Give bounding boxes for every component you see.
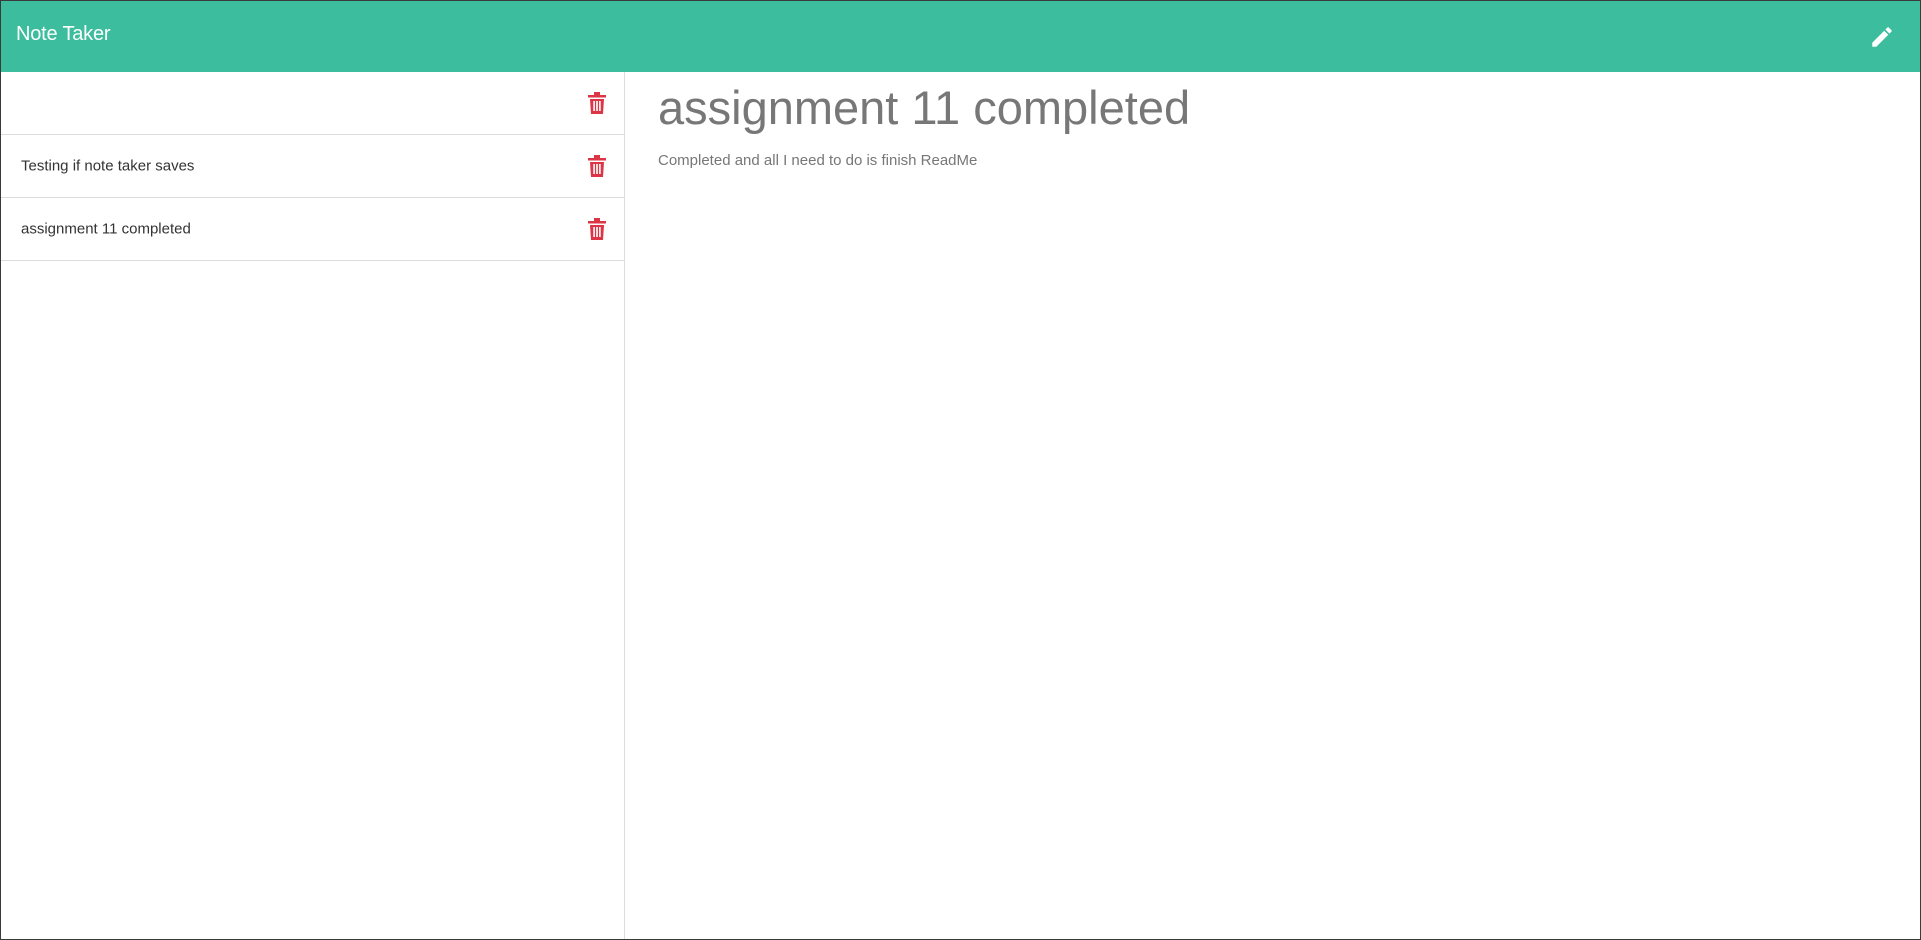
navbar: Note Taker (1, 1, 1920, 72)
pencil-icon (1872, 27, 1892, 47)
note-list-item[interactable] (1, 72, 624, 135)
app-window: Note Taker Testing if note taker saves a… (0, 0, 1921, 940)
trash-icon (588, 155, 606, 177)
notes-sidebar: Testing if note taker saves assignment 1… (1, 72, 625, 939)
trash-icon (588, 92, 606, 114)
note-list: Testing if note taker saves assignment 1… (1, 72, 624, 261)
delete-note-button[interactable] (588, 155, 606, 177)
delete-note-button[interactable] (588, 92, 606, 114)
new-note-button[interactable] (1864, 19, 1900, 55)
delete-note-button[interactable] (588, 218, 606, 240)
note-title-input[interactable]: assignment 11 completed (658, 80, 1190, 135)
note-list-item[interactable]: assignment 11 completed (1, 198, 624, 261)
brand-title[interactable]: Note Taker (16, 23, 111, 46)
note-list-item[interactable]: Testing if note taker saves (1, 135, 624, 198)
note-editor: assignment 11 completed Completed and al… (626, 72, 1920, 939)
trash-icon (588, 218, 606, 240)
note-item-title: Testing if note taker saves (21, 157, 195, 175)
note-item-title: assignment 11 completed (21, 220, 191, 238)
note-text-area[interactable]: Completed and all I need to do is finish… (658, 152, 977, 169)
